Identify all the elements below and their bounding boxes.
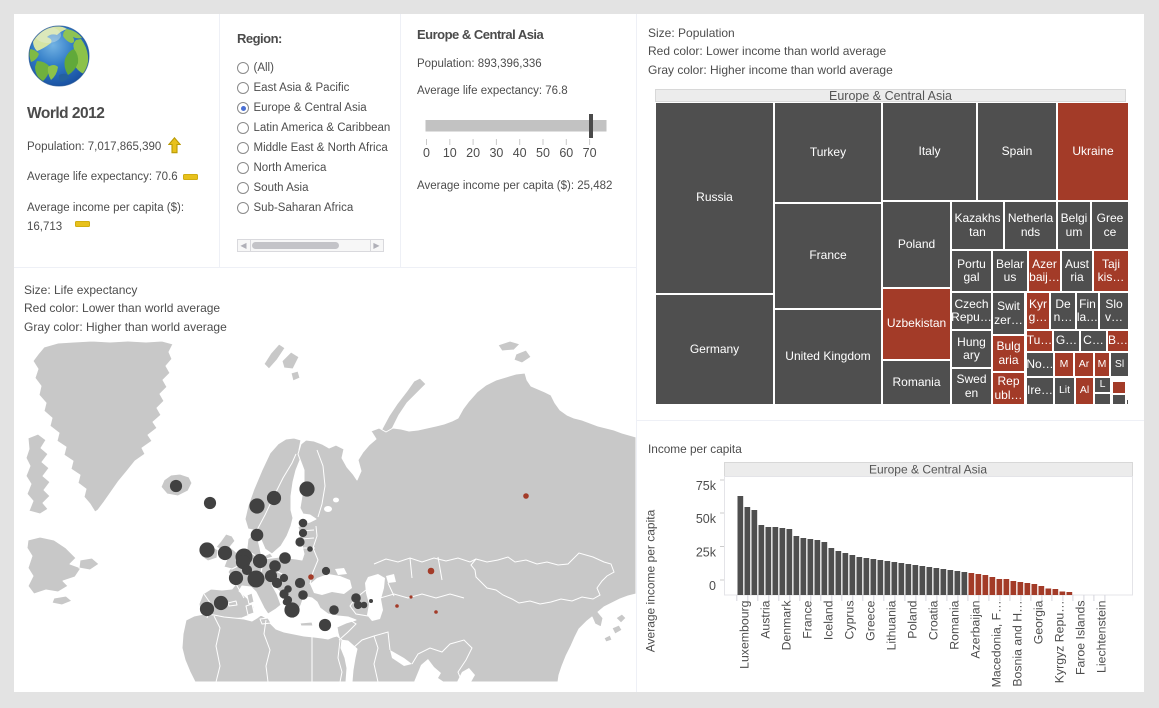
svg-text:10: 10 xyxy=(443,146,457,160)
svg-text:Croatia: Croatia xyxy=(926,600,940,640)
svg-text:Azerbaijan: Azerbaijan xyxy=(968,600,982,658)
svg-text:Lithuania: Lithuania xyxy=(884,600,898,650)
svg-text:Liechtenstein: Liechtenstein xyxy=(1094,600,1108,673)
svg-text:Europe & Central Asia: Europe & Central Asia xyxy=(869,463,987,477)
svg-text:Romania: Romania xyxy=(947,600,961,649)
svg-text:Austria: Austria xyxy=(758,600,772,638)
svg-text:0: 0 xyxy=(423,146,430,160)
svg-text:Faroe Islands: Faroe Islands xyxy=(1073,601,1087,676)
svg-text:70: 70 xyxy=(583,146,597,160)
svg-text:Poland: Poland xyxy=(905,600,919,638)
svg-text:Macedonia, F…: Macedonia, F… xyxy=(989,601,1003,688)
svg-text:Cyprus: Cyprus xyxy=(842,601,856,640)
svg-text:25k: 25k xyxy=(696,545,717,559)
svg-text:30: 30 xyxy=(489,146,503,160)
svg-text:50: 50 xyxy=(536,146,550,160)
svg-text:Bosnia and H…: Bosnia and H… xyxy=(1010,601,1024,687)
svg-text:Greece: Greece xyxy=(863,600,877,640)
svg-text:40: 40 xyxy=(513,146,527,160)
svg-text:20: 20 xyxy=(466,146,480,160)
svg-text:0: 0 xyxy=(709,579,716,593)
svg-text:Denmark: Denmark xyxy=(779,600,793,651)
svg-text:Georgia: Georgia xyxy=(1031,600,1045,644)
svg-text:75k: 75k xyxy=(696,479,717,493)
svg-text:Luxembourg: Luxembourg xyxy=(737,600,751,669)
svg-text:Kyrgyz Repu…: Kyrgyz Repu… xyxy=(1052,601,1066,684)
svg-text:Iceland: Iceland xyxy=(821,600,835,640)
svg-text:50k: 50k xyxy=(696,512,717,526)
svg-text:60: 60 xyxy=(559,146,573,160)
svg-text:France: France xyxy=(800,600,814,638)
svg-text:Average income per capita: Average income per capita xyxy=(644,509,658,652)
